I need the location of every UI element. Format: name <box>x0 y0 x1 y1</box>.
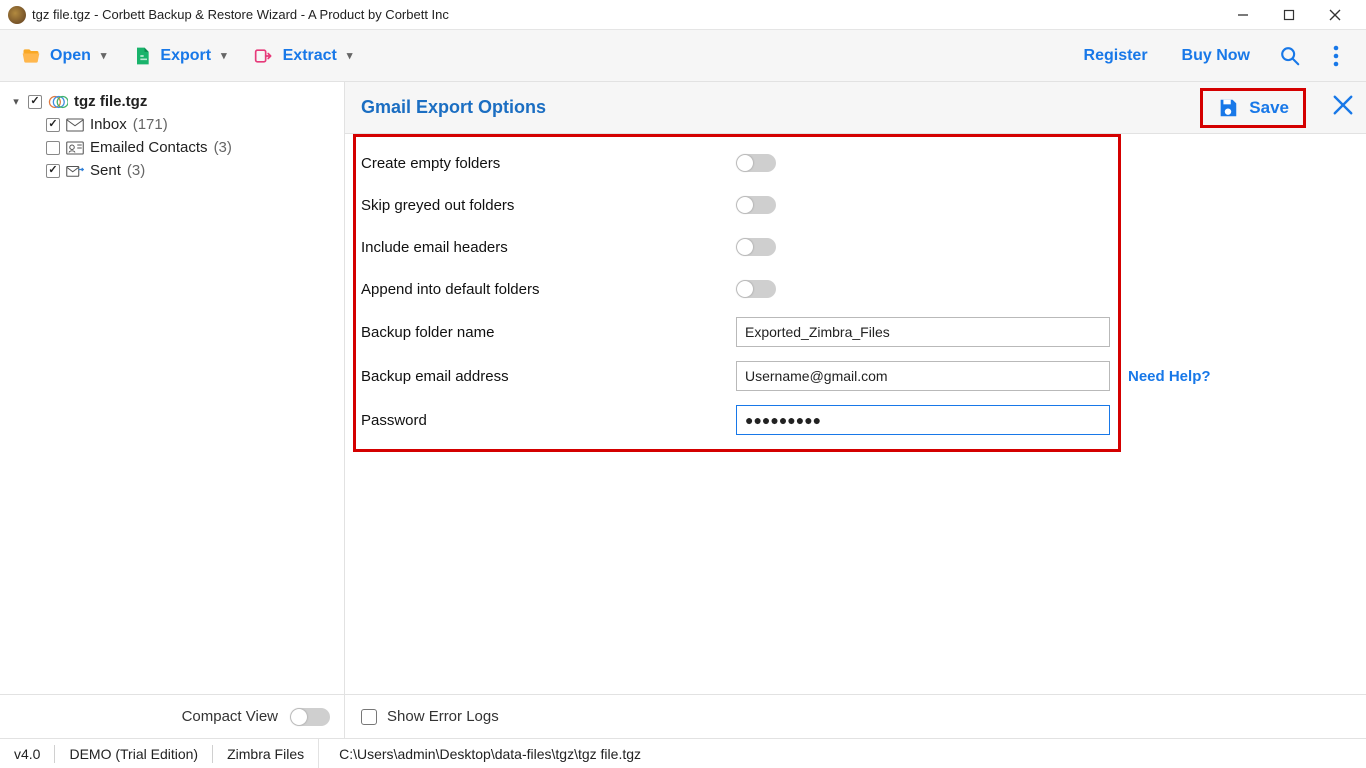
label-skip-greyed-out: Skip greyed out folders <box>361 197 736 214</box>
label-create-empty-folders: Create empty folders <box>361 155 736 172</box>
label-append-default: Append into default folders <box>361 281 736 298</box>
label-backup-email: Backup email address <box>361 368 736 385</box>
sidebar-footer: Compact View <box>0 694 344 738</box>
extract-label: Extract <box>283 47 337 65</box>
buy-now-link[interactable]: Buy Now <box>1168 41 1264 71</box>
minimize-button[interactable] <box>1220 0 1266 30</box>
tree-item-count: (3) <box>127 162 145 179</box>
input-backup-folder-name[interactable] <box>736 317 1110 347</box>
main-footer: Show Error Logs <box>345 694 1366 738</box>
titlebar: tgz file.tgz - Corbett Backup & Restore … <box>0 0 1366 30</box>
panel-body: Create empty folders Skip greyed out fol… <box>345 134 1366 694</box>
toggle-append-default[interactable] <box>736 280 776 298</box>
main-panel: Gmail Export Options Save Create empty f… <box>345 82 1366 738</box>
tree-item-emailed-contacts[interactable]: Emailed Contacts (3) <box>6 136 338 159</box>
status-file-type: Zimbra Files <box>213 739 318 768</box>
close-panel-button[interactable] <box>1332 94 1354 116</box>
compact-view-toggle[interactable] <box>290 708 330 726</box>
row-skip-greyed-out: Skip greyed out folders <box>361 184 1350 226</box>
show-error-logs-checkbox[interactable] <box>361 709 377 725</box>
checkbox[interactable] <box>46 141 60 155</box>
save-button[interactable]: Save <box>1200 88 1306 128</box>
checkbox[interactable] <box>46 164 60 178</box>
save-icon <box>1217 97 1239 119</box>
need-help-link[interactable]: Need Help? <box>1128 368 1211 385</box>
search-icon <box>1279 45 1301 67</box>
file-export-icon <box>132 45 152 67</box>
sidebar: ▾ tgz file.tgz Inbox (171) <box>0 82 345 738</box>
close-icon <box>1332 94 1354 116</box>
input-backup-email[interactable] <box>736 361 1110 391</box>
status-edition: DEMO (Trial Edition) <box>55 739 212 768</box>
row-append-default: Append into default folders <box>361 268 1350 310</box>
chevron-down-icon: ▾ <box>347 49 353 62</box>
body: ▾ tgz file.tgz Inbox (171) <box>0 82 1366 738</box>
tree-item-count: (3) <box>214 139 232 156</box>
tree-root-label: tgz file.tgz <box>74 93 147 110</box>
export-button[interactable]: Export ▾ <box>122 39 236 73</box>
toggle-include-headers[interactable] <box>736 238 776 256</box>
status-version: v4.0 <box>0 739 54 768</box>
row-include-headers: Include email headers <box>361 226 1350 268</box>
tree-item-label: Sent <box>90 162 121 179</box>
toggle-skip-greyed-out[interactable] <box>736 196 776 214</box>
close-button[interactable] <box>1312 0 1358 30</box>
export-label: Export <box>160 47 211 65</box>
main-toolbar: Open ▾ Export ▾ Extract ▾ Register Buy N… <box>0 30 1366 82</box>
chevron-down-icon: ▾ <box>221 49 227 62</box>
status-bar: v4.0 DEMO (Trial Edition) Zimbra Files C… <box>0 738 1366 768</box>
kebab-icon <box>1333 45 1339 67</box>
save-label: Save <box>1249 98 1289 118</box>
tree-item-sent[interactable]: Sent (3) <box>6 159 338 182</box>
sent-icon <box>66 164 84 178</box>
window-title: tgz file.tgz - Corbett Backup & Restore … <box>32 7 1220 22</box>
row-backup-email: Backup email address Need Help? <box>361 354 1350 398</box>
checkbox[interactable] <box>46 118 60 132</box>
open-button[interactable]: Open ▾ <box>10 40 116 72</box>
label-include-headers: Include email headers <box>361 239 736 256</box>
compact-view-label: Compact View <box>182 708 278 725</box>
show-error-logs-label: Show Error Logs <box>387 708 499 725</box>
status-path: C:\Users\admin\Desktop\data-files\tgz\tg… <box>318 739 1366 768</box>
tree-root[interactable]: ▾ tgz file.tgz <box>6 90 338 113</box>
mail-icon <box>66 118 84 132</box>
maximize-button[interactable] <box>1266 0 1312 30</box>
panel-title: Gmail Export Options <box>361 97 546 118</box>
panel-header: Gmail Export Options Save <box>345 82 1366 134</box>
row-create-empty-folders: Create empty folders <box>361 142 1350 184</box>
extract-button[interactable]: Extract ▾ <box>243 40 363 72</box>
toggle-create-empty-folders[interactable] <box>736 154 776 172</box>
tree-item-inbox[interactable]: Inbox (171) <box>6 113 338 136</box>
input-password[interactable] <box>736 405 1110 435</box>
extract-icon <box>253 46 275 66</box>
register-link[interactable]: Register <box>1070 41 1162 71</box>
contacts-icon <box>66 141 84 155</box>
checkbox[interactable] <box>28 95 42 109</box>
app-icon <box>8 6 26 24</box>
search-button[interactable] <box>1270 36 1310 76</box>
open-label: Open <box>50 47 91 65</box>
more-menu-button[interactable] <box>1316 36 1356 76</box>
label-backup-folder-name: Backup folder name <box>361 324 736 341</box>
tree-item-count: (171) <box>133 116 168 133</box>
label-password: Password <box>361 412 736 429</box>
chevron-down-icon: ▾ <box>101 49 107 62</box>
folder-tree: ▾ tgz file.tgz Inbox (171) <box>0 82 344 694</box>
folder-open-icon <box>20 46 42 66</box>
stack-icon <box>48 95 68 109</box>
row-backup-folder-name: Backup folder name <box>361 310 1350 354</box>
tree-item-label: Inbox <box>90 116 127 133</box>
row-password: Password <box>361 398 1350 442</box>
tree-item-label: Emailed Contacts <box>90 139 208 156</box>
caret-down-icon[interactable]: ▾ <box>10 95 22 108</box>
